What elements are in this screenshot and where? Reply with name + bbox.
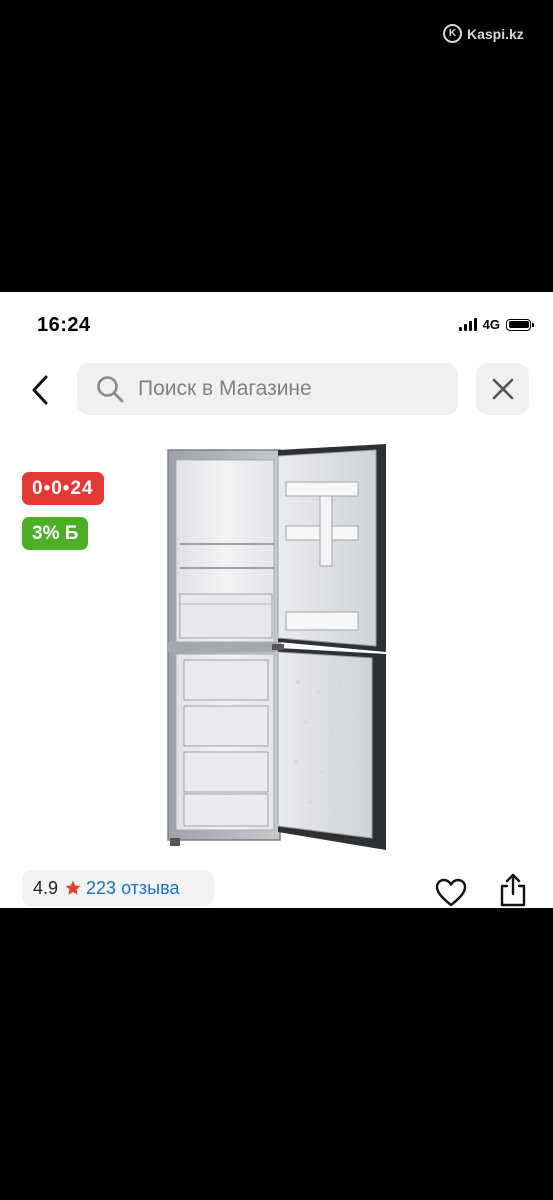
fridge-image (167, 444, 386, 850)
star-icon (64, 879, 82, 897)
rating-reviews-link[interactable]: 4.9 223 отзыва (22, 870, 214, 906)
network-type: 4G (482, 317, 500, 332)
chevron-left-icon (32, 375, 48, 405)
rating-value: 4.9 (33, 877, 59, 898)
signal-icon (458, 318, 477, 331)
app-screen: 16:24 4G Поиск в Магазине 0•0•24 3% Б 4.… (0, 292, 553, 908)
search-icon (97, 376, 124, 403)
battery-icon (506, 318, 534, 331)
kaspi-watermark: K Kaspi.kz (443, 24, 524, 43)
search-bar[interactable] (77, 363, 458, 415)
heart-icon (435, 878, 467, 907)
status-bar: 16:24 4G (0, 292, 553, 358)
status-indicators: 4G (458, 317, 534, 332)
status-time: 16:24 (37, 314, 91, 336)
share-icon (500, 873, 526, 907)
kaspi-logo-icon: K (443, 24, 462, 43)
reviews-count: 223 отзыва (86, 877, 180, 898)
back-button[interactable] (26, 372, 58, 408)
close-button[interactable] (476, 363, 529, 415)
favorite-button[interactable] (434, 876, 468, 908)
bonus-badge: 3% Б (22, 517, 89, 550)
watermark-text: Kaspi.kz (467, 25, 524, 42)
close-icon (492, 378, 513, 400)
share-button[interactable] (496, 872, 530, 908)
search-input[interactable] (138, 377, 438, 401)
installment-badge: 0•0•24 (22, 472, 104, 505)
